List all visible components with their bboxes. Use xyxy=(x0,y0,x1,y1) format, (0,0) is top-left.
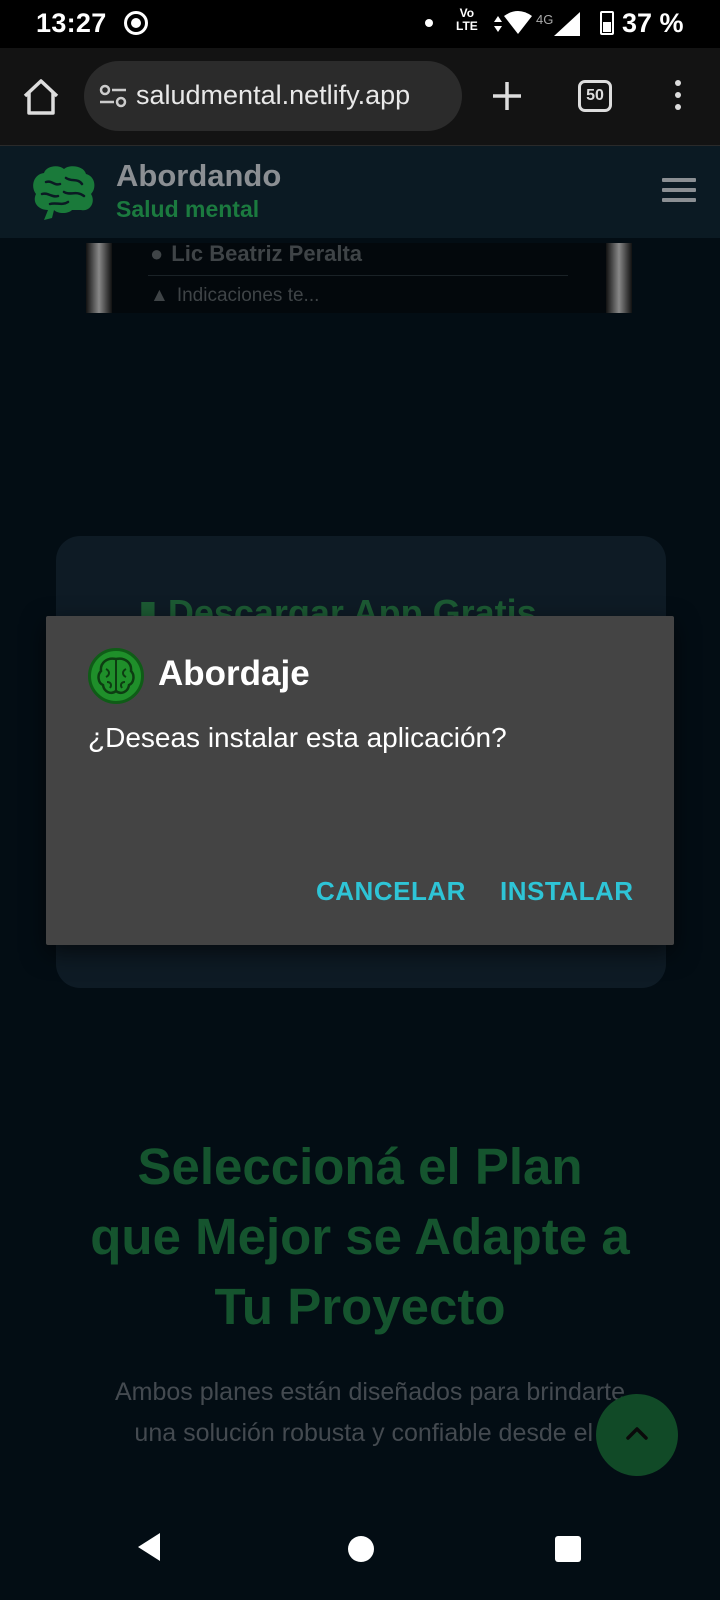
browser-toolbar: saludmental.netlify.app 50 xyxy=(0,48,720,146)
install-button[interactable]: INSTALAR xyxy=(500,876,634,907)
network-type: 4G xyxy=(536,12,553,27)
url-text: saludmental.netlify.app xyxy=(136,80,411,110)
cancel-button[interactable]: CANCELAR xyxy=(316,876,466,907)
status-bar: 13:27 Vo LTE 4G 37 % xyxy=(0,0,720,48)
home-nav-icon[interactable] xyxy=(348,1536,374,1562)
system-nav-bar xyxy=(0,1508,720,1600)
brain-app-icon xyxy=(88,648,144,704)
back-icon[interactable] xyxy=(136,1530,162,1564)
menu-icon[interactable] xyxy=(662,178,696,206)
site-subtitle: Salud mental xyxy=(116,196,260,222)
plans-heading: Seleccioná el Plan que Mejor se Adapte a… xyxy=(30,1132,690,1342)
video-embed[interactable]: ● Lic Beatriz Peralta ▲ Indicaciones te... xyxy=(86,241,632,313)
site-settings-icon[interactable] xyxy=(98,83,128,109)
install-dialog: Abordaje ¿Deseas instalar esta aplicació… xyxy=(46,616,674,945)
video-divider xyxy=(148,275,568,276)
tab-switcher-icon[interactable]: 50 xyxy=(578,80,612,112)
pin-icon: ▲ xyxy=(150,285,169,306)
plans-heading-line1: Seleccioná el Plan xyxy=(137,1138,583,1195)
site-header: Abordando Salud mental xyxy=(0,146,720,238)
home-icon[interactable] xyxy=(20,76,62,118)
plans-heading-line3: Tu Proyecto xyxy=(214,1278,506,1335)
notification-dot-icon xyxy=(425,19,433,27)
dialog-title: Abordaje xyxy=(158,654,310,693)
video-subtitle: ▲ Indicaciones te... xyxy=(150,285,320,306)
plans-heading-line2: que Mejor se Adapte a xyxy=(90,1208,630,1265)
plus-icon[interactable] xyxy=(489,78,525,114)
video-author: ● Lic Beatriz Peralta xyxy=(150,241,363,266)
brain-logo-icon[interactable] xyxy=(28,164,98,222)
chevron-up-icon xyxy=(626,1427,648,1440)
signal-wifi-icon: 4G xyxy=(494,11,580,36)
more-vert-icon[interactable] xyxy=(666,78,690,114)
volte-line1: Vo xyxy=(459,6,475,20)
screen-record-icon xyxy=(124,11,148,35)
video-frame-right xyxy=(606,243,632,313)
volte-line2: LTE xyxy=(456,19,478,33)
dialog-message: ¿Deseas instalar esta aplicación? xyxy=(88,722,507,753)
person-icon: ● xyxy=(150,241,164,266)
recents-icon[interactable] xyxy=(555,1536,581,1562)
status-time: 13:27 xyxy=(36,8,107,38)
battery-icon xyxy=(600,11,614,35)
address-bar[interactable]: saludmental.netlify.app xyxy=(84,61,462,131)
scroll-to-top-button[interactable] xyxy=(596,1394,678,1476)
volte-indicator: Vo LTE xyxy=(456,7,478,33)
battery-percent: 37 % xyxy=(622,8,684,38)
site-title[interactable]: Abordando xyxy=(116,158,281,194)
video-frame-left xyxy=(86,243,112,313)
